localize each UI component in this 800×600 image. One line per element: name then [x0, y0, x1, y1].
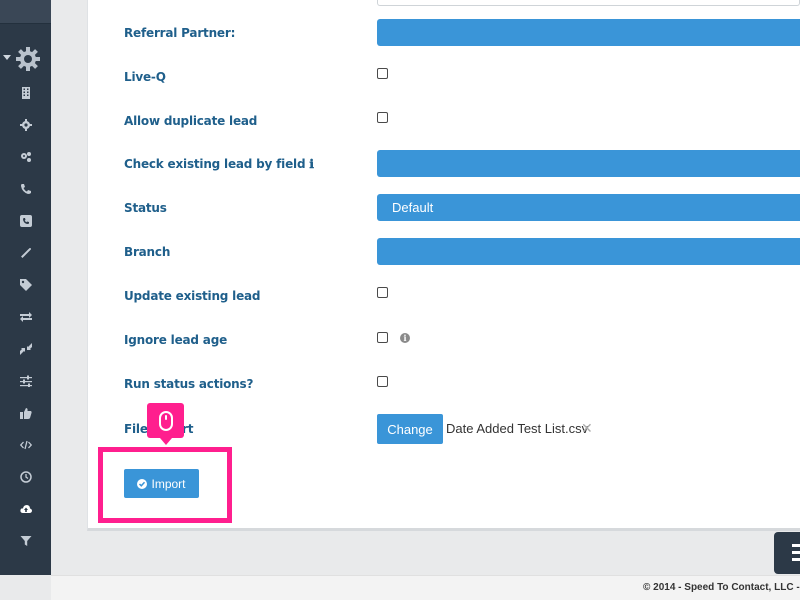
building-icon[interactable]	[16, 83, 36, 103]
ignore-lead-age-info-icon[interactable]: i	[400, 333, 410, 343]
gears-icon[interactable]	[16, 147, 36, 167]
gear-icon[interactable]	[16, 115, 36, 135]
phone-icon[interactable]	[16, 179, 36, 199]
cloud-upload-icon[interactable]	[16, 499, 36, 519]
mouse-click-icon	[147, 403, 184, 445]
run-status-actions-label: Run status actions?	[124, 377, 254, 391]
info-icon[interactable]: ℹ	[309, 157, 314, 171]
selected-file-name: Date Added Test List.csv	[446, 421, 589, 436]
allow-duplicate-lead-checkbox[interactable]	[377, 112, 388, 123]
clock-icon[interactable]	[16, 467, 36, 487]
sidebar	[0, 0, 51, 575]
filter-icon[interactable]	[16, 531, 36, 551]
check-existing-lead-text: Check existing lead by field	[124, 157, 306, 171]
select-bottom-edge	[377, 0, 800, 6]
caret-down-icon[interactable]	[3, 55, 11, 60]
click-highlight-box	[98, 447, 232, 523]
code-icon[interactable]	[16, 435, 36, 455]
remove-file-icon[interactable]: ✕	[581, 420, 593, 437]
magic-wand-icon[interactable]	[16, 243, 36, 263]
change-file-button[interactable]: Change	[377, 414, 443, 444]
compress-icon[interactable]	[16, 339, 36, 359]
run-status-actions-checkbox[interactable]	[377, 376, 388, 387]
live-q-checkbox[interactable]	[377, 68, 388, 79]
exchange-icon[interactable]	[16, 307, 36, 327]
referral-partner-label: Referral Partner:	[124, 26, 236, 40]
allow-duplicate-lead-label: Allow duplicate lead	[124, 114, 258, 128]
settings-gear-icon[interactable]	[15, 46, 41, 72]
check-existing-lead-label: Check existing lead by field ℹ	[124, 157, 314, 171]
update-existing-lead-checkbox[interactable]	[377, 287, 388, 298]
ignore-lead-age-checkbox[interactable]	[377, 332, 388, 343]
phone-square-icon[interactable]	[16, 211, 36, 231]
sliders-icon[interactable]	[16, 371, 36, 391]
status-label: Status	[124, 201, 167, 215]
thumbs-up-icon[interactable]	[16, 403, 36, 423]
sidebar-top-block	[0, 0, 51, 24]
status-select[interactable]: Default	[377, 194, 800, 221]
copyright-text: © 2014 - Speed To Contact, LLC - All	[643, 582, 800, 593]
ignore-lead-age-label: Ignore lead age	[124, 333, 228, 347]
update-existing-lead-label: Update existing lead	[124, 289, 261, 303]
referral-partner-select[interactable]	[377, 19, 800, 46]
branch-label: Branch	[124, 245, 171, 259]
live-q-label: Live-Q	[124, 70, 166, 84]
branch-select[interactable]	[377, 238, 800, 265]
check-existing-lead-select[interactable]	[377, 150, 800, 177]
menu-toggle-icon[interactable]	[774, 532, 800, 574]
tag-icon[interactable]	[16, 275, 36, 295]
